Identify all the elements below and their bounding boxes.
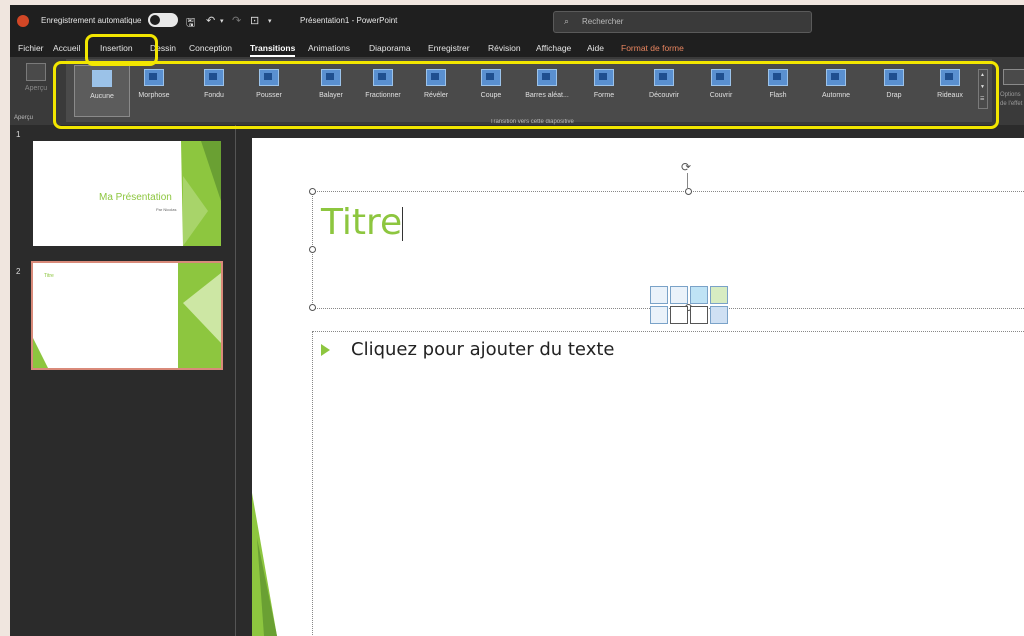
- insert-icons-icon[interactable]: [690, 286, 708, 304]
- undo-icon[interactable]: ↶: [206, 14, 215, 27]
- effect-options-button[interactable]: [1003, 69, 1024, 85]
- rotate-handle-icon[interactable]: ⟳: [681, 160, 691, 174]
- slide-canvas[interactable]: Titre ⟳ Cliquez pour ajouter du texte: [252, 138, 1024, 636]
- slide-title-text: Titre: [321, 202, 403, 243]
- slide-1-title: Ma Présentation: [99, 192, 172, 203]
- preview-button[interactable]: Aperçu: [20, 63, 52, 92]
- slide-2-decoration: [33, 263, 221, 368]
- pane-divider[interactable]: [235, 125, 236, 636]
- insert-cameo-icon[interactable]: [650, 306, 668, 324]
- tab-enregistrer[interactable]: Enregistrer: [428, 43, 470, 53]
- presentation-icon[interactable]: ⊡: [250, 14, 259, 27]
- rotate-stem: [687, 173, 688, 189]
- tab-transitions[interactable]: Transitions: [250, 43, 296, 57]
- insert-chart-icon[interactable]: [710, 306, 728, 324]
- title-bar: Enregistrement automatique 🖫 ↶ ▾ ↷ ⊡ ▾ P…: [10, 5, 1024, 37]
- bullet-arrow-icon: [321, 344, 330, 356]
- effect-options-label: Options de l'effet: [1000, 92, 1023, 107]
- resize-handle[interactable]: [309, 188, 316, 195]
- insert-image-icon[interactable]: [650, 286, 668, 304]
- slide-number: 2: [16, 267, 21, 276]
- powerpoint-logo-icon: [17, 15, 29, 27]
- preview-icon: [26, 63, 46, 81]
- document-title: Présentation1 - PowerPoint: [300, 16, 398, 25]
- insert-table-icon[interactable]: [690, 306, 708, 324]
- slide-thumbnails-pane: 1 Ma Présentation Par Nicolas 2 Titre: [10, 125, 235, 636]
- content-placeholder[interactable]: Cliquez pour ajouter du texte: [312, 331, 1024, 636]
- insert-online-image-icon[interactable]: [670, 286, 688, 304]
- preview-group-label: Aperçu: [14, 115, 34, 121]
- tab-affichage[interactable]: Affichage: [536, 43, 571, 53]
- redo-icon[interactable]: ↷: [232, 14, 241, 27]
- insert-video-icon[interactable]: [670, 306, 688, 324]
- resize-handle[interactable]: [309, 246, 316, 253]
- resize-handle[interactable]: [685, 188, 692, 195]
- ribbon-tabs: Fichier Accueil Insertion Dessin Concept…: [10, 37, 1024, 57]
- search-placeholder: Rechercher: [582, 17, 624, 26]
- slide-title[interactable]: Titre: [321, 202, 404, 243]
- tab-format-de-forme[interactable]: Format de forme: [621, 43, 684, 53]
- customize-toolbar-icon[interactable]: ▾: [268, 17, 272, 25]
- tab-fichier[interactable]: Fichier: [18, 43, 44, 53]
- insert-smartart-icon[interactable]: [710, 286, 728, 304]
- preview-label: Aperçu: [24, 85, 48, 92]
- content-placeholder-text: Cliquez pour ajouter du texte: [351, 339, 615, 360]
- slide-1-subtitle: Par Nicolas: [156, 207, 177, 212]
- powerpoint-window: Enregistrement automatique 🖫 ↶ ▾ ↷ ⊡ ▾ P…: [10, 5, 1024, 636]
- search-box[interactable]: ⌕ Rechercher: [553, 11, 812, 33]
- tab-revision[interactable]: Révision: [488, 43, 521, 53]
- autosave-toggle[interactable]: [148, 13, 178, 27]
- tab-conception[interactable]: Conception: [189, 43, 232, 53]
- autosave-label: Enregistrement automatique: [41, 16, 142, 25]
- tab-aide[interactable]: Aide: [587, 43, 604, 53]
- slide-thumbnail-2[interactable]: Titre: [31, 261, 223, 370]
- undo-dropdown-icon[interactable]: ▾: [220, 17, 224, 25]
- text-cursor: [402, 207, 404, 241]
- search-icon: ⌕: [564, 16, 570, 26]
- transition-gallery-highlight: [53, 61, 999, 129]
- slide-number: 1: [16, 130, 21, 139]
- resize-handle[interactable]: [309, 304, 316, 311]
- tab-animations[interactable]: Animations: [308, 43, 350, 53]
- slide-thumbnail-1[interactable]: Ma Présentation Par Nicolas: [33, 141, 221, 246]
- slide-2-title: Titre: [44, 273, 54, 279]
- tab-accueil[interactable]: Accueil: [53, 43, 80, 53]
- tab-diaporama[interactable]: Diaporama: [369, 43, 411, 53]
- save-icon[interactable]: 🖫: [186, 14, 195, 33]
- title-placeholder[interactable]: Titre: [312, 191, 1024, 309]
